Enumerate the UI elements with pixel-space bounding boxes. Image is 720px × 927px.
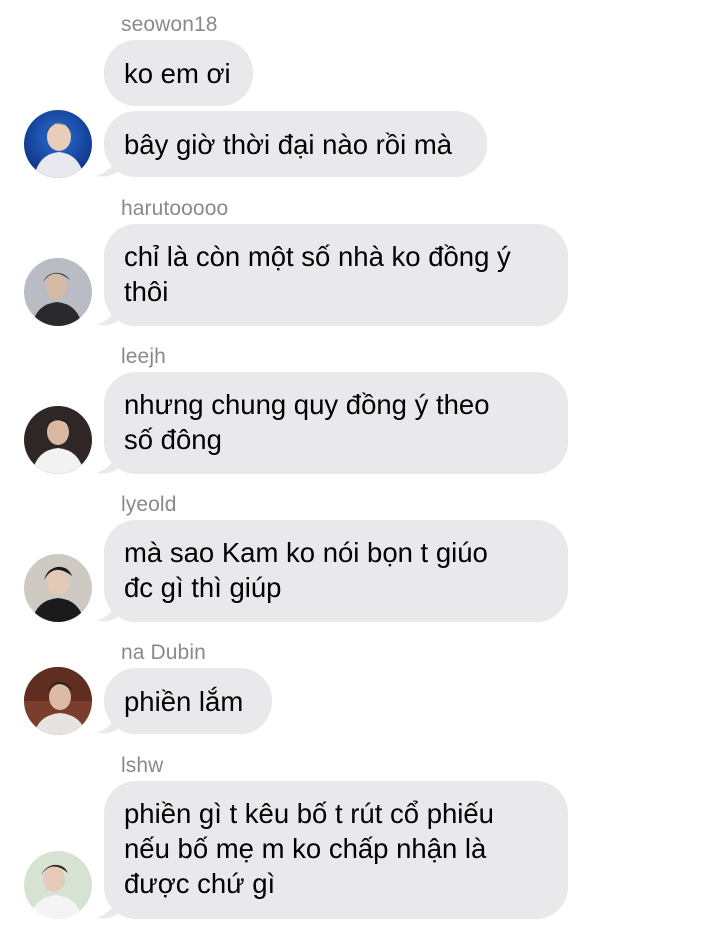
avatar[interactable]: [24, 406, 92, 474]
chat-thread: seowon18 ko em ơi bây giờ thời đại nào r…: [0, 0, 720, 927]
bubble-tail: [96, 896, 124, 919]
avatar[interactable]: [24, 851, 92, 919]
message-text-line: chỉ là còn một số nhà ko đồng ý: [124, 241, 511, 272]
sender-name: lshw: [121, 754, 164, 777]
message-bubble[interactable]: chỉ là còn một số nhà ko đồng ý thôi: [104, 224, 568, 326]
avatar[interactable]: [24, 258, 92, 326]
sender-name: na Dubin: [121, 641, 206, 664]
avatar[interactable]: [24, 554, 92, 622]
message-text-line: mà sao Kam ko nói bọn t giúo: [124, 537, 488, 568]
message-bubble[interactable]: bây giờ thời đại nào rồi mà: [104, 111, 487, 177]
message-text: ko em ơi: [124, 57, 231, 89]
message-text-line: nếu bố mẹ m ko chấp nhận là: [124, 833, 487, 864]
message-text-line: nhưng chung quy đồng ý theo: [124, 389, 490, 420]
sender-name: lyeold: [121, 493, 177, 516]
sender-name: harutooooo: [121, 197, 229, 220]
message-text-line: phiền gì t kêu bố t rút cổ phiếu: [124, 798, 494, 829]
message-text-line: thôi: [124, 276, 169, 307]
avatar[interactable]: [24, 110, 92, 178]
message-text-line: được chứ gì: [124, 868, 276, 899]
bubble-tail: [96, 711, 124, 734]
message-bubble[interactable]: phiền lắm: [104, 668, 272, 734]
avatar[interactable]: [24, 667, 92, 735]
message-text-line: số đông: [124, 424, 222, 455]
bubble-tail: [96, 451, 124, 474]
sender-name: seowon18: [121, 13, 218, 36]
sender-name: leejh: [121, 345, 166, 368]
message-bubble[interactable]: mà sao Kam ko nói bọn t giúo đc gì thì g…: [104, 520, 568, 622]
bubble-tail: [96, 599, 124, 622]
message-bubble[interactable]: ko em ơi: [104, 40, 253, 106]
message-bubble[interactable]: phiền gì t kêu bố t rút cổ phiếu nếu bố …: [104, 781, 568, 919]
message-text: bây giờ thời đại nào rồi mà: [124, 128, 453, 160]
bubble-tail: [96, 303, 124, 326]
message-text-line: đc gì thì giúp: [124, 572, 282, 603]
bubble-tail: [96, 154, 124, 177]
message-text: phiền lắm: [124, 685, 244, 717]
message-bubble[interactable]: nhưng chung quy đồng ý theo số đông: [104, 372, 568, 474]
